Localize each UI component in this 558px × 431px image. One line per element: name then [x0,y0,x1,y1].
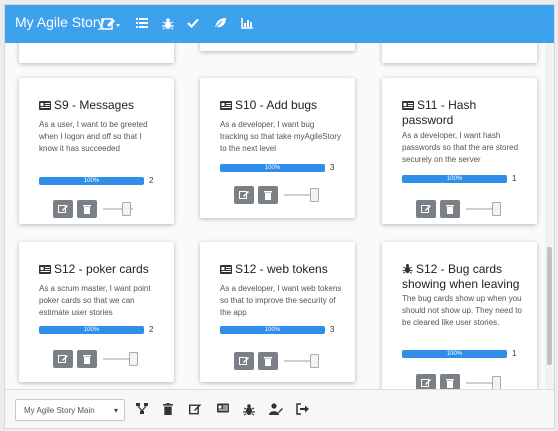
card-description: As a developer, I want bug tracking so t… [220,120,341,153]
slider-thumb[interactable] [122,202,131,216]
progress-bar: 100% [39,326,144,334]
story-board: S9 - Messages As a user, I want to be gr… [5,43,543,389]
project-select-value: My Agile Story Main [24,406,95,415]
story-points: 2 [149,325,154,334]
story-card[interactable]: S11 - Hash password As a developer, I wa… [382,78,537,224]
delete-button[interactable] [77,200,97,218]
app-window: My Agile Story S9 - Messages As a user, … [4,4,555,429]
edit-button[interactable] [234,186,254,204]
story-points: 3 [330,325,335,334]
card-icon [220,263,232,277]
progress-bar: 100% [220,326,325,334]
story-card-partial [19,43,174,63]
card-title: S12 - poker cards [39,262,162,277]
leaf-icon[interactable] [214,17,227,31]
story-points: 1 [512,174,517,183]
edit-dropdown-icon[interactable] [101,17,121,31]
bug-card[interactable]: S12 - Bug cards showing when leaving The… [382,242,537,389]
bug-icon[interactable] [162,17,174,31]
card-title: S10 - Add bugs [220,98,343,113]
bug-icon [402,263,413,277]
story-points: 3 [330,163,335,172]
card-title: S12 - web tokens [220,262,343,277]
edit-button[interactable] [53,350,73,368]
edit-button[interactable] [416,200,436,218]
story-card[interactable]: S9 - Messages As a user, I want to be gr… [19,78,174,224]
card-description: As a developer, I want web tokens so tha… [220,284,342,317]
story-card-partial [382,43,537,63]
card-description: As a user, I want to be greeted when I l… [39,120,148,153]
slider-thumb[interactable] [129,352,138,366]
card-icon [402,99,414,113]
scrollbar-thumb[interactable] [547,247,552,365]
story-card[interactable]: S12 - web tokens As a developer, I want … [200,242,355,382]
app-title[interactable]: My Agile Story [15,14,104,30]
list-icon[interactable] [136,17,148,31]
project-select[interactable]: My Agile Story Main ▾ [15,399,125,421]
progress-bar: 100% [39,177,144,185]
story-card[interactable]: S12 - poker cards As a scrum master, I w… [19,242,174,382]
card-description: As a developer, I want hash passwords so… [402,131,519,164]
delete-button[interactable] [258,352,278,370]
story-points: 1 [512,349,517,358]
check-icon[interactable] [187,17,199,31]
chevron-down-icon: ▾ [113,406,118,415]
card-description: The bug cards show up when you should no… [402,294,522,327]
sitemap-icon[interactable] [136,403,148,415]
edit-button[interactable] [416,374,436,389]
bottom-toolbar: My Agile Story Main ▾ [5,389,554,428]
card-description: As a scrum master, I want point poker ca… [39,284,151,317]
story-card-partial [200,43,355,51]
slider-thumb[interactable] [310,354,319,368]
progress-bar: 100% [402,350,507,358]
bug-icon[interactable] [243,403,255,416]
edit-icon[interactable] [189,403,201,415]
chart-icon[interactable] [241,17,254,31]
progress-bar: 100% [402,175,507,183]
card-title: S11 - Hash password [402,98,477,127]
card-icon[interactable] [217,403,229,413]
delete-button[interactable] [77,350,97,368]
card-title: S9 - Messages [39,98,162,113]
slider-thumb[interactable] [492,376,501,389]
edit-button[interactable] [234,352,254,370]
card-icon [220,99,232,113]
progress-bar: 100% [220,164,325,172]
card-title: S12 - Bug cards showing when leaving [402,262,520,291]
sign-out-icon[interactable] [296,403,309,415]
delete-button[interactable] [440,200,460,218]
story-card[interactable]: S10 - Add bugs As a developer, I want bu… [200,78,355,218]
trash-icon[interactable] [163,403,173,415]
delete-button[interactable] [440,374,460,389]
edit-button[interactable] [53,200,73,218]
card-icon [39,263,51,277]
card-icon [39,99,51,113]
user-edit-icon[interactable] [269,403,283,415]
slider-thumb[interactable] [310,188,319,202]
vertical-scrollbar[interactable] [545,43,554,389]
slider-thumb[interactable] [492,202,501,216]
story-points: 2 [149,176,154,185]
top-navbar: My Agile Story [5,5,554,43]
delete-button[interactable] [258,186,278,204]
